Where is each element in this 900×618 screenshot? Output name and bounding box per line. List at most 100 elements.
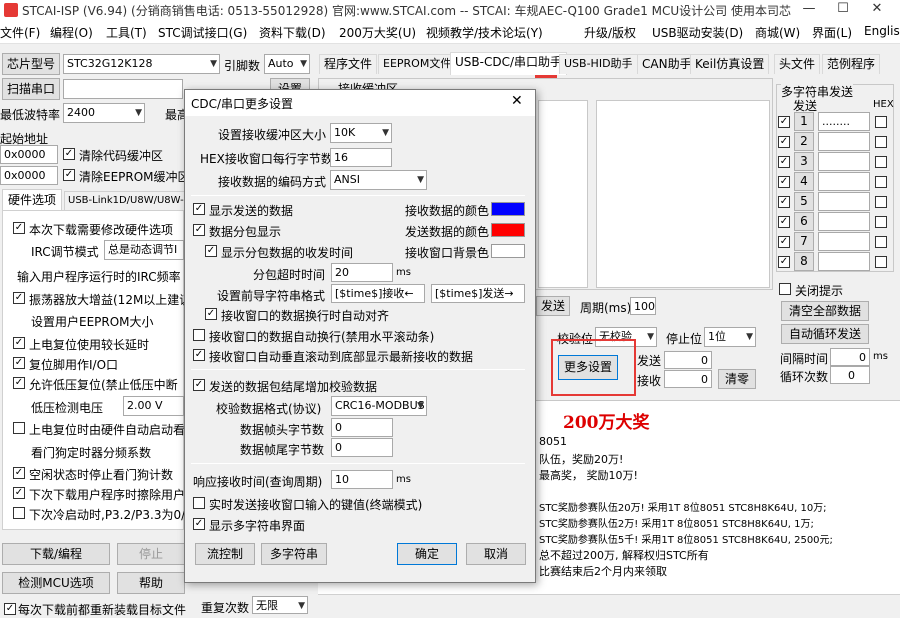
reload-checkbox[interactable]: ✓ — [4, 603, 16, 615]
modify-hw-checkbox[interactable]: ✓ — [13, 222, 25, 234]
menu-usb-driver[interactable]: USB驱动安装(D) — [652, 24, 743, 41]
maximize-button[interactable]: ☐ — [828, 0, 858, 20]
horizontal-scrollbar[interactable] — [318, 594, 900, 612]
multi-row-button[interactable]: 1 — [794, 112, 814, 131]
reset-io-checkbox[interactable]: ✓ — [13, 357, 25, 369]
realtime-checkbox[interactable] — [193, 497, 205, 509]
clear-count-button[interactable]: 清零 — [718, 369, 756, 389]
auto-watchdog-checkbox[interactable] — [13, 422, 25, 434]
menu-tools[interactable]: 工具(T) — [106, 24, 147, 41]
cold-start-checkbox[interactable] — [13, 507, 25, 519]
hex-bytes-input[interactable]: 16 — [330, 148, 392, 167]
help-button[interactable]: 帮助 — [117, 572, 185, 594]
multi-row-hex-checkbox[interactable] — [875, 136, 887, 148]
multi-row-input[interactable]: ........ — [818, 112, 870, 131]
interval-input[interactable]: 0 — [830, 348, 870, 366]
period-input[interactable]: 100 — [630, 297, 656, 315]
auto-scroll-checkbox[interactable]: ✓ — [193, 349, 205, 361]
send-text-box[interactable] — [596, 100, 770, 288]
multi-row-button[interactable]: 3 — [794, 152, 814, 171]
multi-row-hex-checkbox[interactable] — [875, 156, 887, 168]
tab-hardware-options[interactable]: 硬件选项 — [2, 189, 62, 211]
menu-program[interactable]: 编程(O) — [50, 24, 93, 41]
multi-row-input[interactable] — [818, 172, 870, 191]
multi-row-checkbox[interactable]: ✓ — [778, 216, 790, 228]
multi-row-hex-checkbox[interactable] — [875, 256, 887, 268]
multi-row-checkbox[interactable]: ✓ — [778, 256, 790, 268]
timeout-input[interactable]: 20 — [331, 263, 393, 282]
prefix-recv-input[interactable]: [$time$]接收← — [331, 284, 425, 303]
lvd-select[interactable]: 2.00 V — [123, 396, 184, 416]
add-check-checkbox[interactable]: ✓ — [193, 379, 205, 391]
port-select[interactable] — [63, 79, 183, 99]
stop-bit-select[interactable]: 1位 ▼ — [704, 327, 756, 347]
osc-gain-checkbox[interactable]: ✓ — [13, 292, 25, 304]
multi-row-checkbox[interactable]: ✓ — [778, 136, 790, 148]
buffer-size-select[interactable]: 10K ▼ — [330, 123, 392, 143]
multi-row-button[interactable]: 2 — [794, 132, 814, 151]
download-button[interactable]: 下载/编程 — [2, 543, 110, 565]
menu-upgrade[interactable]: 升级/版权 — [584, 24, 636, 41]
menu-video[interactable]: 视频教学/技术论坛(Y) — [426, 24, 543, 41]
clear-eeprom-checkbox[interactable]: ✓ — [63, 169, 75, 181]
min-baud-select[interactable]: 2400 ▼ — [63, 103, 145, 123]
loop-count-input[interactable]: 0 — [830, 366, 870, 384]
send-color-swatch[interactable] — [491, 223, 525, 237]
detect-mcu-button[interactable]: 检测MCU选项 — [2, 572, 110, 594]
multi-row-hex-checkbox[interactable] — [875, 196, 887, 208]
long-delay-checkbox[interactable]: ✓ — [13, 337, 25, 349]
multi-row-hex-checkbox[interactable] — [875, 116, 887, 128]
show-time-checkbox[interactable]: ✓ — [205, 245, 217, 257]
multi-row-checkbox[interactable]: ✓ — [778, 156, 790, 168]
check-format-select[interactable]: CRC16-MODBUS ▼ — [331, 396, 427, 416]
multi-row-button[interactable]: 7 — [794, 232, 814, 251]
menu-award[interactable]: 200万大奖(U) — [339, 24, 416, 41]
menu-ui[interactable]: 界面(L) — [812, 24, 852, 41]
tab-program-file[interactable]: 程序文件 — [319, 54, 378, 74]
idle-wdt-checkbox[interactable]: ✓ — [13, 467, 25, 479]
low-voltage-reset-checkbox[interactable]: ✓ — [13, 377, 25, 389]
recv-color-swatch[interactable] — [491, 202, 525, 216]
minimize-button[interactable]: — — [794, 0, 824, 20]
multi-row-checkbox[interactable]: ✓ — [778, 176, 790, 188]
erase-user-checkbox[interactable]: ✓ — [13, 487, 25, 499]
receive-text-box[interactable] — [538, 100, 588, 288]
tab-usb-link[interactable]: USB-Link1D/U8W/U8W- — [64, 191, 186, 211]
menu-english[interactable]: Englis — [864, 24, 900, 38]
cancel-button[interactable]: 取消 — [466, 543, 526, 565]
menu-download[interactable]: 资料下载(D) — [259, 24, 326, 41]
multi-row-button[interactable]: 5 — [794, 192, 814, 211]
multi-row-input[interactable] — [818, 192, 870, 211]
pin-count-select[interactable]: Auto ▼ — [264, 54, 310, 74]
split-show-checkbox[interactable]: ✓ — [193, 224, 205, 236]
irc-mode-select[interactable]: 总是动态调节I — [104, 240, 184, 260]
eeprom-address-input[interactable]: 0x0000 — [0, 166, 58, 185]
multi-row-input[interactable] — [818, 152, 870, 171]
menu-debug[interactable]: STC调试接口(G) — [158, 24, 247, 41]
response-time-input[interactable]: 10 — [331, 470, 393, 489]
send-button[interactable]: 发送 — [536, 296, 570, 316]
multi-row-button[interactable]: 8 — [794, 252, 814, 271]
multi-string-button[interactable]: 多字符串 — [261, 543, 327, 565]
encoding-select[interactable]: ANSI ▼ — [330, 170, 427, 190]
tab-usb-hid[interactable]: USB-HID助手 — [559, 54, 638, 74]
bg-color-swatch[interactable] — [491, 244, 525, 258]
flow-control-button[interactable]: 流控制 — [195, 543, 255, 565]
code-address-input[interactable]: 0x0000 — [0, 145, 58, 164]
tab-header[interactable]: 头文件 — [774, 54, 821, 74]
multi-row-hex-checkbox[interactable] — [875, 176, 887, 188]
multi-row-button[interactable]: 4 — [794, 172, 814, 191]
show-sent-checkbox[interactable]: ✓ — [193, 203, 205, 215]
retry-select[interactable]: 无限 ▼ — [252, 596, 308, 614]
frame-head-input[interactable]: 0 — [331, 418, 393, 437]
show-multi-checkbox[interactable]: ✓ — [193, 518, 205, 530]
auto-loop-button[interactable]: 自动循环发送 — [781, 324, 869, 344]
more-settings-button[interactable]: 更多设置 — [558, 355, 618, 380]
multi-row-hex-checkbox[interactable] — [875, 216, 887, 228]
multi-row-button[interactable]: 6 — [794, 212, 814, 231]
dialog-close-icon[interactable]: ✕ — [511, 93, 523, 109]
clear-all-button[interactable]: 清空全部数据 — [781, 301, 869, 321]
multi-row-input[interactable] — [818, 232, 870, 251]
frame-tail-input[interactable]: 0 — [331, 438, 393, 457]
tab-can[interactable]: CAN助手 — [637, 54, 697, 74]
